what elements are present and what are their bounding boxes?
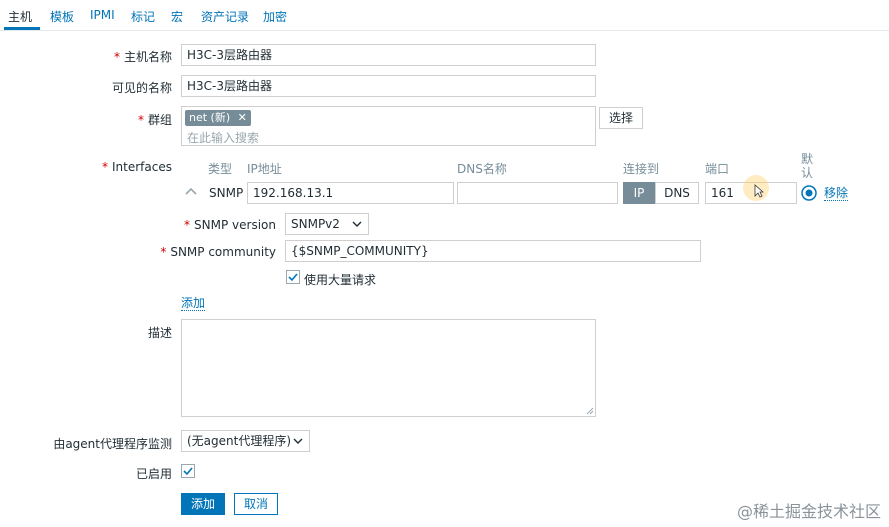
- snmp-community-input[interactable]: {$SNMP_COMMUNITY}: [285, 240, 701, 262]
- col-type: 类型: [208, 162, 233, 176]
- check-icon: [183, 467, 193, 476]
- select-groups-button[interactable]: 选择: [599, 107, 643, 129]
- description-label: 描述: [147, 326, 172, 340]
- bulk-requests-checkbox[interactable]: [286, 270, 300, 284]
- tab-templates[interactable]: 模板: [50, 8, 74, 25]
- col-dns: DNS名称: [457, 162, 507, 176]
- interface-dns-input[interactable]: [457, 182, 618, 204]
- col-port: 端口: [705, 162, 730, 176]
- group-chip[interactable]: net (新) ✕: [185, 110, 251, 126]
- mouse-pointer-icon: [754, 184, 764, 198]
- active-tab-indicator: [4, 27, 40, 30]
- agent-proxy-label: 由agent代理程序监测: [53, 437, 172, 451]
- add-button[interactable]: 添加: [181, 493, 225, 515]
- col-connect: 连接到: [623, 162, 660, 176]
- groups-multiselect[interactable]: net (新) ✕ 在此输入搜索: [181, 106, 596, 146]
- visible-name-input[interactable]: H3C-3层路由器: [181, 75, 596, 97]
- bulk-requests-label: 使用大量请求: [304, 273, 377, 287]
- interface-type: SNMP: [209, 186, 244, 200]
- resize-handle-icon[interactable]: [586, 407, 594, 415]
- check-icon: [288, 273, 298, 282]
- groups-search-placeholder[interactable]: 在此输入搜索: [187, 129, 259, 146]
- connect-dns-toggle[interactable]: DNS: [655, 182, 699, 204]
- tab-inventory[interactable]: 资产记录: [201, 8, 249, 25]
- tab-bar: 主机 模板 IPMI 标记 宏 资产记录 加密: [0, 0, 889, 31]
- connect-ip-toggle[interactable]: IP: [623, 182, 655, 204]
- snmp-version-select[interactable]: SNMPv2: [285, 213, 369, 235]
- tab-host[interactable]: 主机: [8, 8, 32, 25]
- host-name-label: * 主机名称: [113, 50, 172, 64]
- remove-chip-icon[interactable]: ✕: [238, 111, 247, 124]
- agent-proxy-select[interactable]: (无agent代理程序): [181, 430, 310, 452]
- col-ip: IP地址: [247, 162, 282, 176]
- description-textarea[interactable]: [181, 319, 596, 417]
- tab-tags[interactable]: 标记: [131, 8, 155, 25]
- interfaces-label: * Interfaces: [102, 160, 172, 174]
- groups-label: * 群组: [137, 113, 172, 127]
- tab-encryption[interactable]: 加密: [263, 8, 287, 25]
- tab-macros[interactable]: 宏: [171, 8, 183, 25]
- enabled-checkbox[interactable]: [181, 464, 195, 478]
- remove-interface-link[interactable]: 移除: [824, 186, 849, 201]
- default-radio-icon[interactable]: [801, 185, 817, 201]
- enabled-label: 已启用: [135, 467, 172, 481]
- add-interface-link[interactable]: 添加: [181, 296, 206, 311]
- chevron-up-icon[interactable]: [184, 186, 198, 196]
- required-mark: *: [113, 50, 120, 64]
- host-name-input[interactable]: H3C-3层路由器: [181, 44, 596, 66]
- tab-ipmi[interactable]: IPMI: [90, 8, 115, 22]
- chevron-down-icon: [293, 431, 303, 457]
- chevron-down-icon: [352, 214, 362, 240]
- visible-name-label: 可见的名称: [111, 81, 172, 95]
- snmp-version-label: * SNMP version: [184, 218, 276, 232]
- snmp-community-label: * SNMP community: [160, 245, 276, 259]
- cancel-button[interactable]: 取消: [234, 493, 278, 515]
- watermark: @稀土掘金技术社区: [736, 502, 881, 521]
- interface-ip-input[interactable]: 192.168.13.1: [247, 182, 454, 204]
- col-default: 默认: [801, 152, 814, 180]
